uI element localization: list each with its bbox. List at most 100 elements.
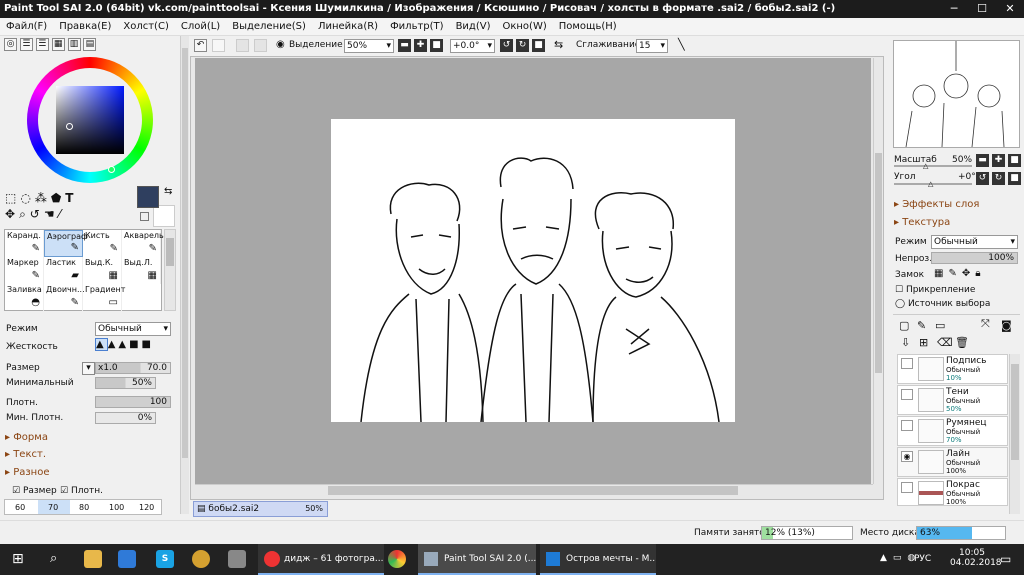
eye-icon[interactable]: ◉ xyxy=(276,39,285,50)
lock-transparency-icon[interactable]: ▦ xyxy=(934,268,948,279)
primary-color-swatch[interactable] xyxy=(137,186,159,208)
straight-line-icon[interactable]: ╲ xyxy=(678,38,685,51)
size-checkbox[interactable]: ☑ Размер xyxy=(12,486,57,496)
visibility-toggle[interactable] xyxy=(901,420,913,431)
secondary-color-swatch[interactable] xyxy=(153,205,175,227)
tool-pencil[interactable]: Каранд. ✎ xyxy=(5,230,44,257)
app-icon[interactable] xyxy=(228,550,246,568)
canvas-paper[interactable] xyxy=(331,119,735,423)
rotate-right-icon[interactable]: ↻ xyxy=(516,39,529,52)
new-layer-icon[interactable]: ▢ xyxy=(899,319,909,332)
clock[interactable]: 10:05 04.02.2018 xyxy=(950,548,1002,568)
nav-zoom-in-icon[interactable]: ✚ xyxy=(992,154,1005,167)
canvas-horizontal-scrollbar[interactable] xyxy=(195,484,873,496)
scroll-thumb[interactable] xyxy=(1011,364,1019,460)
menu-view[interactable]: Вид(V) xyxy=(450,18,497,36)
menu-ruler[interactable]: Линейка(R) xyxy=(312,18,384,36)
hsv-slider-tab[interactable]: ☰ xyxy=(35,38,49,51)
canvas-vertical-scrollbar[interactable] xyxy=(873,58,883,484)
scroll-thumb[interactable] xyxy=(875,153,882,373)
density-slider[interactable]: 100 xyxy=(95,396,171,408)
taskbar-sai[interactable]: Paint Tool SAI 2.0 (... xyxy=(418,544,536,575)
color-picker-cursor[interactable] xyxy=(66,123,73,130)
section-texture[interactable]: ▸ Текст. xyxy=(5,449,46,460)
language-indicator[interactable]: РУС xyxy=(914,554,931,564)
zoom-in-icon[interactable]: ✚ xyxy=(414,39,427,52)
left-panel-scrollbar[interactable] xyxy=(180,36,189,514)
visibility-toggle[interactable] xyxy=(901,482,913,493)
texture-section[interactable]: ▸ Текстура xyxy=(894,217,950,228)
menu-window[interactable]: Окно(W) xyxy=(496,18,552,36)
size-preset[interactable]: 120 xyxy=(139,503,154,512)
move-icon[interactable]: ✥ xyxy=(5,207,19,221)
size-preset[interactable]: 70 xyxy=(38,500,70,514)
zoom-icon[interactable]: ⌕ xyxy=(19,207,30,221)
eye-icon[interactable]: ◉ xyxy=(901,451,913,462)
menu-selection[interactable]: Выделение(S) xyxy=(226,18,312,36)
menu-file[interactable]: Файл(F) xyxy=(0,18,53,36)
mixer-tab[interactable]: ▥ xyxy=(67,38,81,51)
hardness-1-icon[interactable]: ▲ xyxy=(95,338,108,351)
eyedropper-icon[interactable]: ⁄ xyxy=(59,207,65,221)
layer-opacity-slider[interactable]: 100% xyxy=(931,252,1018,264)
size-preset[interactable]: 60 xyxy=(15,503,25,512)
menu-layer[interactable]: Слой(L) xyxy=(175,18,226,36)
scratch-tab[interactable]: ▤ xyxy=(83,38,97,51)
new-folder-icon[interactable]: ▭ xyxy=(935,319,945,332)
section-misc[interactable]: ▸ Разное xyxy=(5,467,50,478)
size-dropdown-icon[interactable]: ▾ xyxy=(82,362,95,375)
file-explorer-icon[interactable] xyxy=(84,550,102,568)
merge-down-icon[interactable]: ⊞ xyxy=(919,336,928,349)
lock-move-icon[interactable]: ✥ xyxy=(962,268,975,279)
menu-canvas[interactable]: Холст(C) xyxy=(117,18,174,36)
layer-row[interactable]: ◉ Лайн Обычный 100% xyxy=(897,447,1008,477)
layer-mode-select[interactable]: Обычный ▾ xyxy=(931,235,1018,249)
notifications-icon[interactable]: ▭ xyxy=(1000,552,1011,566)
layer-effects-section[interactable]: ▸ Эффекты слоя xyxy=(894,199,979,210)
min-density-slider[interactable]: 0% xyxy=(95,412,156,424)
store-icon[interactable] xyxy=(118,550,136,568)
delete-layer-icon[interactable]: 🗑︎ xyxy=(955,336,969,349)
angle-select[interactable]: +0.0° ▾ xyxy=(450,39,495,53)
lock-draw-icon[interactable]: ✎ xyxy=(948,268,961,279)
redo-icon[interactable] xyxy=(212,39,225,52)
visibility-toggle[interactable] xyxy=(901,389,913,400)
hue-cursor[interactable] xyxy=(108,166,115,173)
tool-binary[interactable]: Двоичн... ✎ xyxy=(44,284,85,311)
tool-select-brush[interactable]: Выд.К. ▦ xyxy=(83,257,122,284)
visibility-toggle[interactable] xyxy=(901,358,913,369)
section-shape[interactable]: ▸ Форма xyxy=(5,432,48,443)
skype-icon[interactable]: S xyxy=(156,550,174,568)
rotate-reset-icon[interactable]: ■ xyxy=(532,39,545,52)
tool-eraser[interactable]: Ластик ▰ xyxy=(44,257,83,284)
tool-fill[interactable]: Заливка ◓ xyxy=(5,284,44,311)
saturation-value-square[interactable] xyxy=(56,86,124,154)
clipping-checkbox[interactable]: ☐ Прикрепление xyxy=(895,285,975,295)
size-preset[interactable]: 100 xyxy=(109,503,124,512)
nav-zoom-reset-icon[interactable]: ■ xyxy=(1008,154,1021,167)
taskbar-edge[interactable]: Остров мечты - M... xyxy=(540,544,656,575)
undo-icon[interactable]: ↶ xyxy=(194,39,207,52)
nav-rotate-right-icon[interactable]: ↻ xyxy=(992,172,1005,185)
tool-airbrush[interactable]: Аэрограф ✎ xyxy=(44,230,88,257)
shape-icon[interactable]: ⬟ xyxy=(51,191,65,205)
tool-select-eraser[interactable]: Выд.Л. ▦ xyxy=(122,257,161,284)
zoom-select[interactable]: 50% ▾ xyxy=(344,39,394,53)
nav-rotate-left-icon[interactable]: ↺ xyxy=(976,172,989,185)
windows-start-icon[interactable]: ⊞ xyxy=(12,551,24,567)
menu-edit[interactable]: Правка(E) xyxy=(53,18,117,36)
minimize-button[interactable]: ─ xyxy=(940,0,968,18)
layer-row[interactable]: Покрас Обычный 100% xyxy=(897,478,1008,506)
clear-layer-icon[interactable]: ⌫ xyxy=(937,336,953,349)
tool-brush[interactable]: Кисть ✎ xyxy=(83,230,122,257)
transparent-color-icon[interactable] xyxy=(140,212,149,221)
min-size-slider[interactable]: 50% xyxy=(95,377,156,389)
nav-zoom-out-icon[interactable]: ▬ xyxy=(976,154,989,167)
game-icon[interactable] xyxy=(192,550,210,568)
layer-row[interactable]: Румянец Обычный 70% xyxy=(897,416,1008,446)
size-slider[interactable]: x1.0 70.0 xyxy=(95,362,171,374)
swap-colors-icon[interactable]: ⇆ xyxy=(164,186,172,197)
tool-watercolor[interactable]: Акварель ✎ xyxy=(122,230,164,257)
navigator-zoom-slider[interactable] xyxy=(894,165,972,167)
chrome-icon[interactable] xyxy=(388,550,406,568)
